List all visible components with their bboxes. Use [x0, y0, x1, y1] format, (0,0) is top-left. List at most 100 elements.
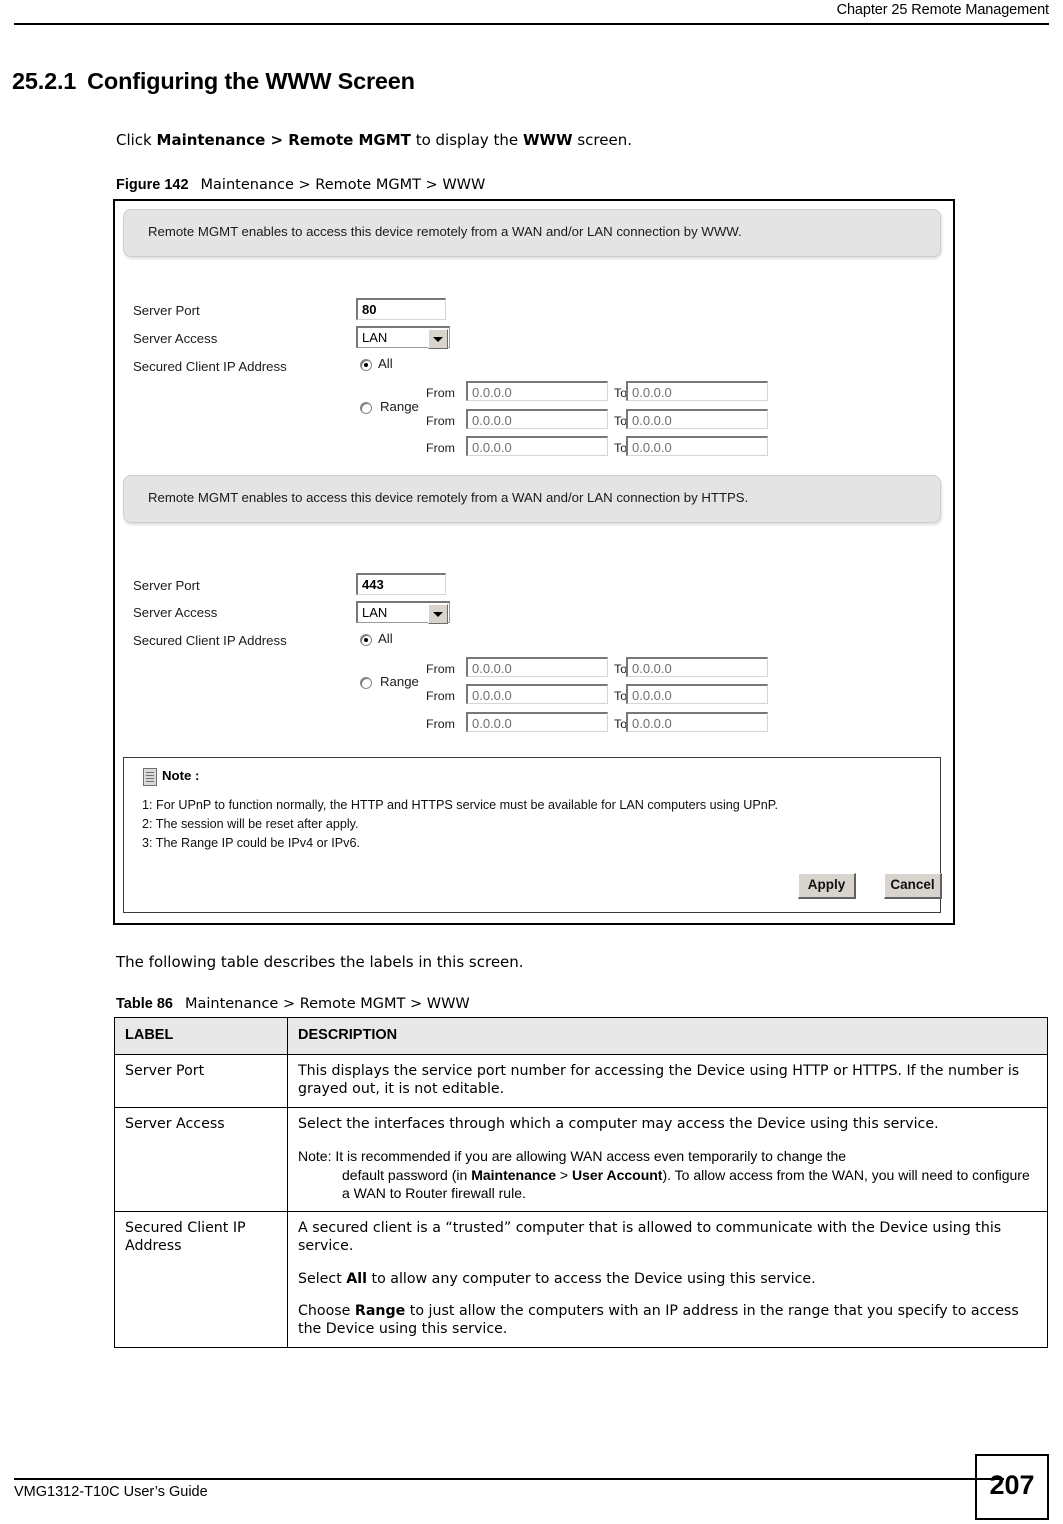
desc-note-bold-maintenance: Maintenance	[471, 1166, 556, 1183]
row-desc-server-port: This displays the service port number fo…	[287, 1053, 1048, 1108]
www-radio-range-label: Range	[380, 399, 419, 414]
www-server-port-input[interactable]: 80	[356, 298, 446, 320]
desc-paragraph: Select the interfaces through which a co…	[298, 1115, 939, 1132]
https-banner-text: Remote MGMT enables to access this devic…	[148, 490, 749, 505]
www-to-input-1[interactable]: 0.0.0.0	[626, 381, 768, 401]
figure-caption: Figure 142 Maintenance > Remote MGMT > WW…	[116, 177, 485, 193]
page-number: 207	[989, 1470, 1035, 1500]
https-server-port-label: Server Port	[133, 578, 200, 593]
figure-caption-label: Figure 142	[116, 177, 189, 193]
table-row: Secured Client IP Address A secured clie…	[114, 1210, 1048, 1348]
www-server-access-value: LAN	[362, 330, 388, 345]
https-from-input-3[interactable]: 0.0.0.0	[466, 712, 608, 732]
page-title: 25.2.1 Configuring the WWW Screen	[12, 68, 415, 95]
desc-p3-before: Choose	[298, 1302, 355, 1319]
intro-text-before: Click	[116, 131, 157, 149]
section-title: Configuring the WWW Screen	[87, 68, 415, 94]
https-from-input-2[interactable]: 0.0.0.0	[466, 684, 608, 704]
desc-paragraph-2: Select All to allow any computer to acce…	[298, 1270, 1038, 1288]
table-caption-label: Table 86	[116, 996, 173, 1012]
desc-p2-bold-all: All	[346, 1270, 367, 1287]
table-row: Server Access Select the interfaces thro…	[114, 1106, 1048, 1212]
intro-text-after: screen.	[572, 131, 632, 149]
www-radio-all[interactable]	[360, 359, 372, 371]
https-server-access-value: LAN	[362, 605, 388, 620]
cancel-button[interactable]: Cancel	[884, 873, 942, 899]
page-number-box: 207	[975, 1454, 1049, 1520]
https-from-label-3: From	[426, 717, 455, 731]
desc-note-lead: Note: It is recommended if you are allow…	[298, 1148, 847, 1165]
desc-paragraph-1: A secured client is a “trusted” computer…	[298, 1219, 1002, 1255]
section-number: 25.2.1	[12, 68, 77, 94]
www-from-input-3[interactable]: 0.0.0.0	[466, 436, 608, 456]
row-label-server-access: Server Access	[114, 1106, 288, 1212]
desc-paragraph: This displays the service port number fo…	[298, 1062, 1020, 1098]
intro-text-middle: to display the	[410, 131, 523, 149]
www-info-banner: Remote MGMT enables to access this devic…	[123, 209, 941, 257]
https-to-input-1[interactable]: 0.0.0.0	[626, 657, 768, 677]
table-caption-text: Maintenance > Remote MGMT > WWW	[184, 996, 470, 1012]
https-server-access-label: Server Access	[133, 605, 218, 620]
page-header: Chapter 25 Remote Management	[0, 0, 1063, 26]
description-table: LABEL DESCRIPTION Server Port This displ…	[114, 1017, 1048, 1348]
https-server-access-select[interactable]: LAN	[356, 601, 450, 624]
header-divider	[14, 23, 1049, 25]
desc-note-between: >	[556, 1166, 572, 1183]
www-to-input-3[interactable]: 0.0.0.0	[626, 436, 768, 456]
www-server-access-label: Server Access	[133, 331, 218, 346]
intro-bold-screen: WWW	[522, 131, 573, 149]
https-info-banner: Remote MGMT enables to access this devic…	[123, 475, 941, 523]
www-secured-client-label: Secured Client IP Address	[133, 359, 287, 374]
desc-p2-before: Select	[298, 1270, 347, 1287]
chapter-title: Chapter 25 Remote Management	[836, 2, 1050, 18]
https-from-label-2: From	[426, 689, 455, 703]
www-server-access-select[interactable]: LAN	[356, 326, 450, 349]
www-from-input-1[interactable]: 0.0.0.0	[466, 381, 608, 401]
row-desc-secured-client-ip: A secured client is a “trusted” computer…	[287, 1210, 1048, 1348]
www-from-input-2[interactable]: 0.0.0.0	[466, 409, 608, 429]
https-from-input-1[interactable]: 0.0.0.0	[466, 657, 608, 677]
https-server-port-input[interactable]: 443	[356, 573, 446, 595]
figure-caption-text: Maintenance > Remote MGMT > WWW	[200, 177, 486, 193]
note-line-3: 3: The Range IP could be IPv4 or IPv6.	[142, 836, 360, 850]
desc-p3-after: to just allow the computers with an IP a…	[298, 1302, 1019, 1338]
row-label-server-port: Server Port	[114, 1053, 288, 1108]
https-to-input-3[interactable]: 0.0.0.0	[626, 712, 768, 732]
chevron-down-icon[interactable]	[428, 329, 448, 349]
desc-note: Note: It is recommended if you are allow…	[298, 1147, 1038, 1202]
screenshot-figure: Remote MGMT enables to access this devic…	[113, 199, 955, 925]
note-title: Note :	[162, 768, 200, 783]
www-from-label-3: From	[426, 441, 455, 455]
intro-bold-menu-path: Maintenance > Remote MGMT	[156, 131, 411, 149]
footer-divider	[14, 1478, 1004, 1480]
page-footer: VMG1312-T10C User’s Guide 207	[0, 1440, 1063, 1524]
https-radio-range[interactable]	[360, 677, 372, 689]
intro-paragraph: Click Maintenance > Remote MGMT to displ…	[116, 130, 632, 150]
www-to-input-2[interactable]: 0.0.0.0	[626, 409, 768, 429]
footer-guide-title: VMG1312-T10C User’s Guide	[14, 1484, 208, 1500]
desc-note-hang: default password (in Maintenance > User …	[298, 1166, 1038, 1203]
www-banner-text: Remote MGMT enables to access this devic…	[148, 224, 742, 239]
chevron-down-icon[interactable]	[428, 604, 448, 624]
note-line-2: 2: The session will be reset after apply…	[142, 817, 359, 831]
desc-note-before: default password (in	[342, 1166, 472, 1183]
table-caption: Table 86 Maintenance > Remote MGMT > WWW	[116, 996, 470, 1012]
desc-note-bold-user-account: User Account	[571, 1166, 663, 1183]
https-to-input-2[interactable]: 0.0.0.0	[626, 684, 768, 704]
https-radio-range-label: Range	[380, 674, 419, 689]
desc-p3-bold-range: Range	[354, 1302, 406, 1319]
apply-button[interactable]: Apply	[798, 873, 856, 899]
table-header-row: LABEL DESCRIPTION	[114, 1017, 1048, 1055]
www-from-label-1: From	[426, 386, 455, 400]
www-radio-range[interactable]	[360, 402, 372, 414]
row-label-secured-client-ip: Secured Client IP Address	[114, 1210, 288, 1348]
desc-paragraph-3: Choose Range to just allow the computers…	[298, 1302, 1038, 1339]
column-header-label: LABEL	[114, 1017, 288, 1055]
https-secured-client-label: Secured Client IP Address	[133, 633, 287, 648]
row-desc-server-access: Select the interfaces through which a co…	[287, 1106, 1048, 1212]
https-from-label-1: From	[426, 662, 455, 676]
table-row: Server Port This displays the service po…	[114, 1053, 1048, 1108]
https-radio-all[interactable]	[360, 634, 372, 646]
note-document-icon	[143, 768, 157, 786]
note-box: Note : 1: For UPnP to function normally,…	[123, 757, 942, 913]
